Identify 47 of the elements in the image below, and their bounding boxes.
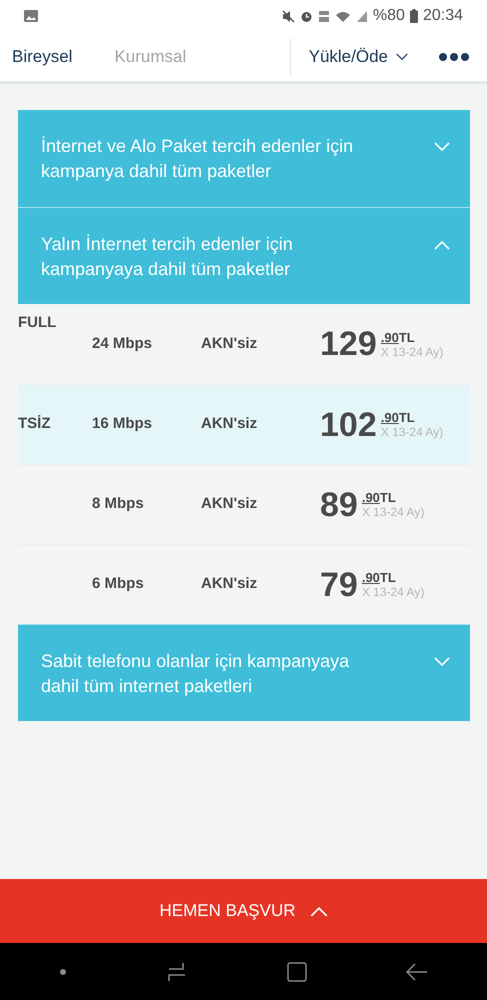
image-icon [24,10,38,22]
price-cents: .90 [362,491,380,504]
battery-text: %80 [372,6,405,26]
mute-icon [282,10,295,22]
chevron-down-icon [434,657,450,667]
more-icon [438,52,470,62]
chevron-up-icon [310,906,328,916]
dot-icon [59,968,68,976]
currency-text: TL [380,491,396,504]
clock-text: 20:34 [422,6,463,26]
battery-icon [410,9,418,23]
term-text: X 13-24 Ay) [362,506,424,518]
alarm-icon [300,10,313,22]
price-cents: .90 [380,330,399,344]
chevron-down-icon [434,142,450,152]
term-text: X 13-24 Ay) [380,426,444,438]
price-text: 79 [320,568,358,602]
speed-text: 8 Mbps [92,494,145,514]
speed-text: 6 Mbps [92,574,145,594]
chevron-down-icon [396,52,408,60]
back-icon [406,962,428,980]
wifi-icon [334,10,351,22]
signal-icon [356,10,368,22]
chevron-up-icon [434,240,450,250]
price-cents: .90 [380,411,399,424]
akn-text: AKN'siz [201,414,258,434]
akn-text: AKN'siz [201,334,258,354]
apply-button[interactable]: HEMEN BAŞVUR [0,879,487,943]
price-text: 102 [320,408,377,442]
term-text: X 13-24 Ay) [362,586,424,598]
currency-text: TL [398,411,415,424]
currency-text: TL [380,571,396,584]
price-text: 129 [320,327,377,361]
home-icon [286,962,307,982]
price-text: 89 [320,488,358,522]
term-text: X 13-24 Ay) [380,346,444,358]
akn-text: AKN'siz [201,494,258,514]
package-name: FULL [18,313,56,333]
speed-text: 24 Mbps [92,334,154,354]
price-cents: .90 [362,571,380,584]
currency-text: TL [398,330,415,344]
menu-dropdown[interactable]: Yükle/Öde [308,44,408,70]
more-button[interactable] [438,52,470,62]
package-name: TSİZ [18,414,50,434]
nav-tab[interactable]: Bireysel [12,44,72,70]
speed-text: 16 Mbps [92,414,154,434]
akn-text: AKN'siz [201,574,258,594]
